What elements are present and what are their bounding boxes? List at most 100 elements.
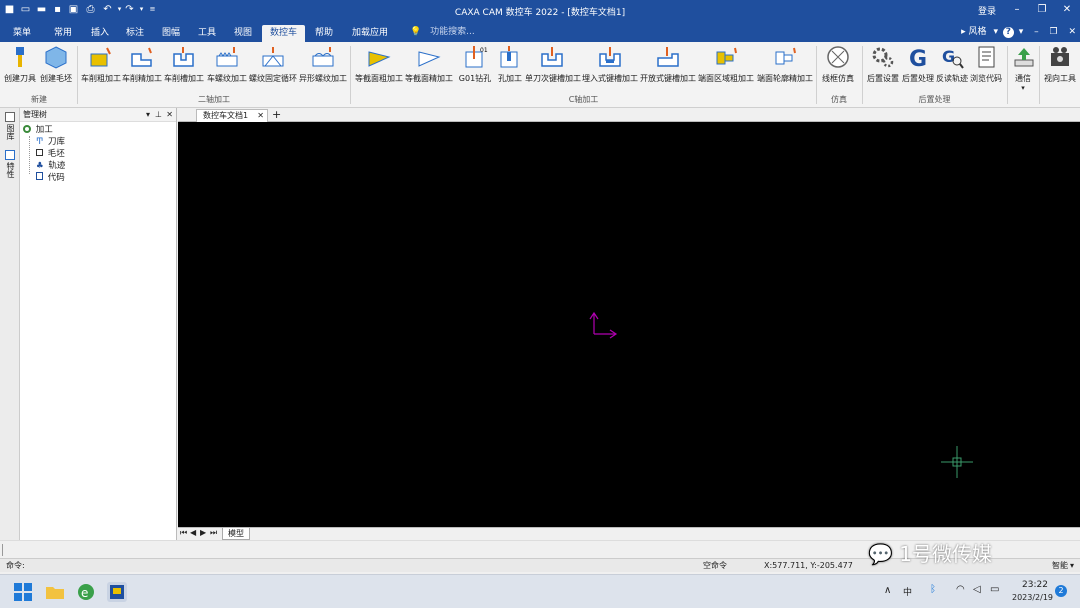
clock-date[interactable]: 2023/2/19	[1012, 593, 1053, 602]
single-keyway-button[interactable]: 单刀次键槽加工	[525, 44, 581, 84]
tree-label: 轨迹	[48, 161, 66, 171]
tray-expand-icon[interactable]: ∧	[884, 585, 891, 596]
thread-turning-icon	[216, 47, 238, 67]
tab-common[interactable]: 常用	[46, 25, 80, 42]
start-button[interactable]	[13, 582, 33, 602]
battery-icon[interactable]: ▭	[990, 584, 999, 595]
open-keyway-button[interactable]: 开放式键槽加工	[640, 44, 696, 84]
tab-nc-lathe[interactable]: 数控车	[262, 25, 306, 42]
tab-tools[interactable]: 工具	[190, 25, 224, 42]
turning-groove-button[interactable]: 车削槽加工	[164, 44, 204, 84]
library-tab[interactable]: 图库	[5, 124, 15, 140]
face-contour-finish-icon	[775, 47, 796, 65]
turning-finish-button[interactable]: 车削精加工	[122, 44, 162, 84]
create-tool-button[interactable]: 创建刀具	[4, 44, 36, 84]
communication-dropdown-icon[interactable]: ▾	[1011, 84, 1035, 92]
post-settings-button[interactable]: 后置设置	[866, 44, 900, 84]
add-tab-icon[interactable]: +	[272, 108, 281, 121]
g01-drill-button[interactable]: 01 G01钻孔	[455, 44, 495, 84]
next-layout-icon[interactable]: ▶	[200, 528, 206, 537]
bluetooth-icon[interactable]: ᛒ	[930, 584, 936, 595]
wifi-icon[interactable]: ◠	[956, 584, 965, 595]
tab-annotate[interactable]: 标注	[118, 25, 152, 42]
tree-node-blank[interactable]: 毛坯	[36, 148, 65, 160]
properties-icon[interactable]	[5, 150, 15, 160]
prev-layout-icon[interactable]: ◀	[190, 528, 196, 537]
help-icon[interactable]: ?	[1002, 27, 1014, 38]
tab-view[interactable]: 视图	[226, 25, 260, 42]
search-input[interactable]: 功能搜索...	[430, 27, 475, 37]
g01-drill-icon: 01	[465, 46, 488, 68]
browser-icon: e	[78, 584, 94, 600]
model-tab[interactable]: 模型	[222, 528, 250, 540]
maximize-button[interactable]: ❐	[1033, 2, 1051, 18]
tab-insert[interactable]: 插入	[83, 25, 117, 42]
communication-button[interactable]: 通信 ▾	[1011, 44, 1035, 92]
tab-frame[interactable]: 图幅	[154, 25, 188, 42]
document-tab[interactable]: 数控车文档1 ✕	[196, 109, 268, 122]
tab-menu[interactable]: 菜单	[5, 25, 39, 42]
first-layout-icon[interactable]: ⏮	[180, 528, 187, 538]
search-box[interactable]: 💡 功能搜索...	[410, 25, 475, 40]
view-tool-button[interactable]: 视向工具	[1043, 44, 1077, 84]
embedded-keyway-label: 埋入式键槽加工	[582, 74, 638, 83]
doc-minimize-button[interactable]: –	[1034, 27, 1039, 37]
face-area-rough-button[interactable]: 端面区域粗加工	[698, 44, 754, 84]
drawing-canvas[interactable]	[178, 122, 1080, 527]
snap-mode[interactable]: 智能	[1052, 559, 1068, 573]
panel-dropdown-icon[interactable]: ▾	[146, 108, 150, 122]
volume-icon[interactable]: ◁	[973, 584, 981, 595]
tree-node-path[interactable]: ♣ 轨迹	[36, 160, 65, 172]
wireframe-sim-button[interactable]: 线框仿真	[820, 44, 856, 84]
embedded-keyway-button[interactable]: 埋入式键槽加工	[582, 44, 638, 84]
ribbon-tab-bar: 菜单 常用 插入 标注 图幅 工具 视图 数控车 帮助 加载应用 💡 功能搜索.…	[0, 22, 1080, 42]
file-explorer-button[interactable]	[45, 582, 65, 602]
g-code-icon: G	[909, 47, 927, 70]
tab-load-apps[interactable]: 加载应用	[344, 25, 396, 42]
special-thread-button[interactable]: 异形螺纹加工	[299, 44, 347, 84]
doc-close-button[interactable]: ✕	[1068, 27, 1076, 37]
tab-help[interactable]: 帮助	[307, 25, 341, 42]
hole-machining-button[interactable]: 孔加工	[497, 44, 523, 84]
equal-section-rough-button[interactable]: 等截面粗加工	[355, 44, 403, 84]
thread-turning-button[interactable]: 车螺纹加工	[206, 44, 248, 84]
library-icon[interactable]	[5, 112, 15, 122]
turning-rough-button[interactable]: 车削粗加工	[81, 44, 121, 84]
tree-node-code[interactable]: 代码	[36, 172, 65, 184]
face-area-rough-label: 端面区域粗加工	[698, 74, 754, 83]
turning-rough-label: 车削粗加工	[81, 74, 121, 83]
style-icon[interactable]: ▸	[961, 27, 966, 37]
panel-close-icon[interactable]: ✕	[166, 108, 173, 122]
properties-tab[interactable]: 特性	[5, 162, 15, 178]
post-process-button[interactable]: G 后置处理	[901, 44, 935, 84]
browse-code-button[interactable]: 浏览代码	[969, 44, 1003, 84]
doc-restore-button[interactable]: ❐	[1050, 27, 1058, 37]
tree-node-machining[interactable]: 加工	[23, 124, 53, 136]
command-splitter[interactable]	[2, 544, 3, 556]
cursor-coordinates: X:577.711, Y:-205.477	[764, 561, 853, 570]
style-chevron-icon[interactable]: ▾	[993, 27, 998, 37]
equal-section-finish-button[interactable]: 等截面精加工	[405, 44, 453, 84]
thread-cycle-button[interactable]: 螺纹固定循环	[249, 44, 297, 84]
reverse-read-button[interactable]: G 反读轨迹	[935, 44, 969, 84]
pin-icon[interactable]: ⊥	[155, 108, 162, 122]
create-blank-button[interactable]: 创建毛坯	[39, 44, 73, 84]
snap-mode-dropdown-icon[interactable]: ▾	[1070, 559, 1074, 573]
caxa-taskbar-button[interactable]	[107, 582, 127, 602]
tree-node-tool-library[interactable]: Ͳ 刀库	[36, 136, 65, 148]
group-separator	[1039, 46, 1040, 104]
tab-close-icon[interactable]: ✕	[257, 110, 264, 122]
close-button[interactable]: ✕	[1058, 2, 1076, 18]
last-layout-icon[interactable]: ⏭	[210, 528, 217, 538]
login-link[interactable]: 登录	[978, 4, 996, 17]
style-dropdown[interactable]: 风格	[969, 27, 987, 37]
open-keyway-icon	[657, 47, 679, 67]
browser-button[interactable]: e	[76, 582, 96, 602]
help-chevron-icon[interactable]: ▾	[1019, 27, 1024, 37]
clock-time[interactable]: 23:22	[1022, 580, 1048, 590]
coordinate-axis-icon	[589, 311, 618, 339]
minimize-button[interactable]: –	[1008, 2, 1026, 18]
notification-badge[interactable]: 2	[1055, 585, 1067, 597]
face-contour-finish-button[interactable]: 端面轮廓精加工	[756, 44, 814, 84]
ime-indicator[interactable]: 中	[903, 585, 912, 598]
